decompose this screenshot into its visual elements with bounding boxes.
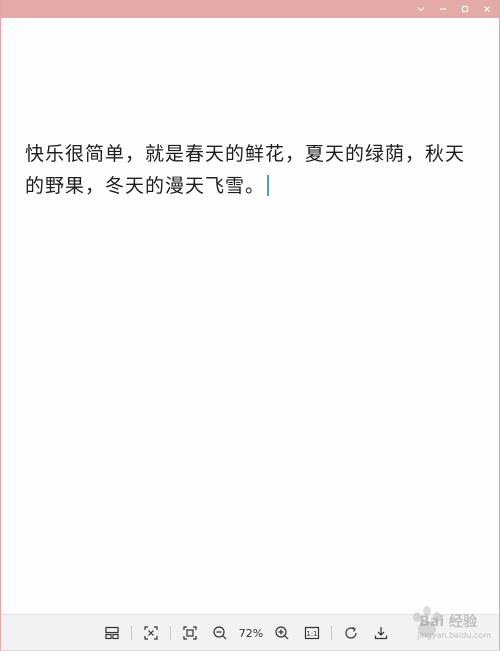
fit-window-icon[interactable] [140, 622, 162, 644]
fullscreen-icon[interactable] [179, 622, 201, 644]
document-canvas: 快乐很简单，就是春天的鲜花，夏天的绿荫，秋天的野果，冬天的漫天飞雪。 [1, 18, 499, 614]
close-icon[interactable] [481, 3, 493, 15]
toolbar-buttons: 72% 1:1 [101, 615, 392, 650]
text-caret [267, 175, 270, 196]
actual-size-icon[interactable]: 1:1 [301, 622, 323, 644]
title-bar [1, 0, 499, 18]
zoom-out-icon[interactable] [209, 622, 231, 644]
watermark-subtext: jingyan.baidu.com [417, 631, 491, 640]
actual-size-label: 1:1 [306, 630, 317, 638]
zoom-level-readout: 72% [238, 626, 264, 640]
toolbar-separator [331, 626, 332, 640]
window-controls [415, 0, 493, 18]
image-viewer-window: 快乐很简单，就是春天的鲜花，夏天的绿荫，秋天的野果，冬天的漫天飞雪。 72% 1… [0, 0, 500, 651]
rotate-icon[interactable] [340, 622, 362, 644]
document-text-content: 快乐很简单，就是春天的鲜花，夏天的绿荫，秋天的野果，冬天的漫天飞雪。 [25, 143, 466, 197]
maximize-icon[interactable] [459, 3, 471, 15]
watermark-text: Bai 经验 [419, 614, 477, 630]
minimize-icon[interactable] [437, 3, 449, 15]
thumbnail-layout-icon[interactable] [101, 622, 123, 644]
document-text[interactable]: 快乐很简单，就是春天的鲜花，夏天的绿荫，秋天的野果，冬天的漫天飞雪。 [25, 138, 475, 202]
download-icon[interactable] [370, 622, 392, 644]
toolbar-separator [131, 626, 132, 640]
toolbar-separator [170, 626, 171, 640]
zoom-in-icon[interactable] [271, 622, 293, 644]
chevron-down-icon[interactable] [415, 3, 427, 15]
